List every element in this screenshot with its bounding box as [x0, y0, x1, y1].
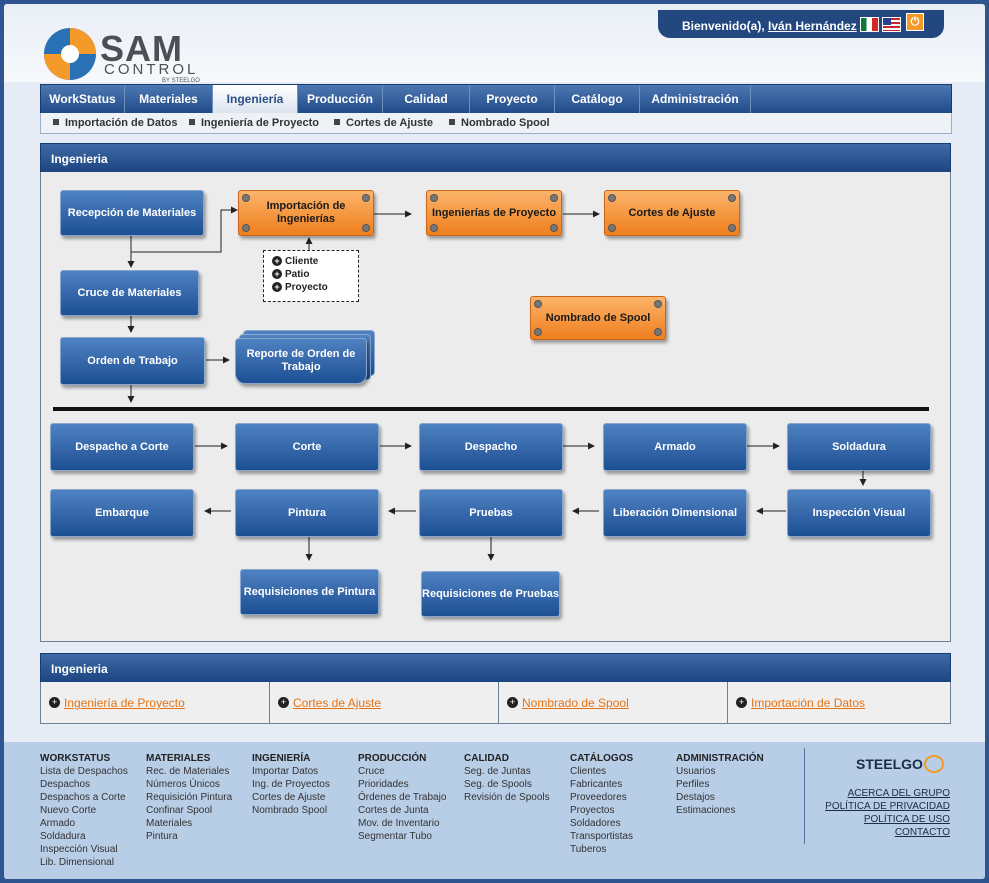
tab-catalogo[interactable]: Catálogo	[555, 85, 640, 113]
footer-link-contacto[interactable]: CONTACTO	[895, 827, 950, 838]
welcome-bar: Bienvenido(a), Iván Hernández ⏻	[658, 10, 944, 38]
box-ingenierias-proyecto[interactable]: Ingenierías de Proyecto	[426, 190, 562, 236]
process-diagram: Recepción de Materiales Importación de I…	[40, 172, 951, 642]
user-link[interactable]: Iván Hernández	[768, 19, 857, 33]
subnav-cortes-ajuste[interactable]: Cortes de Ajuste	[334, 117, 433, 129]
mexico-flag-icon[interactable]	[860, 17, 879, 32]
sam-control-logo: SAM CONTROL BY STEELGO	[42, 26, 242, 86]
tab-workstatus[interactable]: WorkStatus	[41, 85, 125, 113]
bullet-icon	[334, 119, 340, 125]
footer: WORKSTATUS Lista de Despachos Despachos …	[4, 742, 985, 879]
plus-icon: +	[278, 697, 289, 708]
steelgo-logo: STEELGO	[856, 756, 923, 772]
box-inspeccion-visual[interactable]: Inspección Visual	[787, 489, 931, 537]
box-liberacion-dimensional[interactable]: Liberación Dimensional	[603, 489, 747, 537]
box-reporte-orden-trabajo[interactable]: Reporte de Orden de Trabajo	[235, 338, 367, 384]
footer-link-uso[interactable]: POLÍTICA DE USO	[864, 814, 950, 825]
link-importacion-datos[interactable]: Importación de Datos	[751, 696, 865, 710]
tab-ingenieria[interactable]: Ingeniería	[213, 85, 298, 113]
panel-header-ingenieria: Ingenieria	[40, 143, 951, 173]
box-soldadura[interactable]: Soldadura	[787, 423, 931, 471]
footer-col-administracion: ADMINISTRACIÓN Usuarios Perfiles Destajo…	[676, 753, 764, 816]
plus-icon: +	[49, 697, 60, 708]
panel-header-ingenieria-links: Ingenieria	[40, 653, 951, 683]
source-legend: + Cliente + Patio + Proyecto	[263, 250, 359, 302]
box-requisiciones-pintura[interactable]: Requisiciones de Pintura	[240, 569, 379, 615]
subnav-ingenieria-proyecto[interactable]: Ingeniería de Proyecto	[189, 117, 319, 129]
bullet-icon	[189, 119, 195, 125]
usa-flag-icon[interactable]	[882, 17, 901, 32]
footer-link-acerca[interactable]: ACERCA DEL GRUPO	[848, 788, 950, 799]
bullet-icon	[449, 119, 455, 125]
tab-calidad[interactable]: Calidad	[383, 85, 470, 113]
tab-produccion[interactable]: Producción	[298, 85, 383, 113]
plus-icon: +	[507, 697, 518, 708]
link-nombrado-spool[interactable]: Nombrado de Spool	[522, 696, 629, 710]
plus-icon: +	[736, 697, 747, 708]
bullet-icon	[53, 119, 59, 125]
sub-nav: Importación de Datos Ingeniería de Proye…	[40, 113, 952, 134]
power-icon[interactable]: ⏻	[906, 13, 924, 31]
box-cruce-materiales[interactable]: Cruce de Materiales	[60, 270, 199, 316]
footer-col-ingenieria: INGENIERÍA Importar Datos Ing. de Proyec…	[252, 753, 330, 816]
tab-materiales[interactable]: Materiales	[125, 85, 213, 113]
plus-icon: +	[272, 256, 282, 266]
box-pintura[interactable]: Pintura	[235, 489, 379, 537]
box-pruebas[interactable]: Pruebas	[419, 489, 563, 537]
subnav-importacion[interactable]: Importación de Datos	[53, 117, 177, 129]
box-requisiciones-pruebas[interactable]: Requisiciones de Pruebas	[421, 571, 560, 617]
link-cell-ingenieria-proyecto: + Ingeniería de Proyecto	[41, 682, 270, 723]
page-frame: Bienvenido(a), Iván Hernández ⏻ SAM CONT…	[4, 4, 985, 879]
footer-col-materiales: MATERIALES Rec. de Materiales Números Ún…	[146, 753, 233, 842]
box-despacho[interactable]: Despacho	[419, 423, 563, 471]
footer-col-catalogos: CATÁLOGOS Clientes Fabricantes Proveedor…	[570, 753, 634, 855]
footer-link-privacidad[interactable]: POLÍTICA DE PRIVACIDAD	[825, 801, 950, 812]
logo-globe-icon	[44, 28, 96, 80]
footer-divider	[804, 748, 805, 844]
welcome-text: Bienvenido(a),	[682, 19, 765, 33]
legend-item-proyecto: + Proyecto	[272, 282, 328, 293]
legend-item-patio: + Patio	[272, 269, 309, 280]
footer-col-workstatus: WORKSTATUS Lista de Despachos Despachos …	[40, 753, 128, 868]
legend-item-cliente: + Cliente	[272, 256, 318, 267]
steelgo-logo-icon	[924, 755, 944, 773]
box-corte[interactable]: Corte	[235, 423, 379, 471]
link-cortes-ajuste[interactable]: Cortes de Ajuste	[293, 696, 381, 710]
footer-col-calidad: CALIDAD Seg. de Juntas Seg. de Spools Re…	[464, 753, 550, 803]
box-embarque[interactable]: Embarque	[50, 489, 194, 537]
box-recepcion-materiales[interactable]: Recepción de Materiales	[60, 190, 204, 236]
plus-icon: +	[272, 269, 282, 279]
link-cell-nombrado-spool: + Nombrado de Spool	[499, 682, 728, 723]
box-nombrado-spool[interactable]: Nombrado de Spool	[530, 296, 666, 340]
tab-administracion[interactable]: Administración	[640, 85, 751, 113]
link-cell-cortes-ajuste: + Cortes de Ajuste	[270, 682, 499, 723]
quick-links: + Ingeniería de Proyecto + Cortes de Ajust…	[40, 682, 951, 724]
plus-icon: +	[272, 282, 282, 292]
footer-col-produccion: PRODUCCIÓN Cruce Prioridades Órdenes de …	[358, 753, 447, 842]
main-nav: WorkStatus Materiales Ingeniería Producc…	[40, 84, 952, 114]
tab-proyecto[interactable]: Proyecto	[470, 85, 555, 113]
link-cell-importacion-datos: + Importación de Datos	[728, 682, 950, 723]
logo-subtext: CONTROL	[104, 61, 199, 78]
box-armado[interactable]: Armado	[603, 423, 747, 471]
box-orden-trabajo[interactable]: Orden de Trabajo	[60, 337, 205, 385]
box-importacion-ingenierias[interactable]: Importación de Ingenierías	[238, 190, 374, 236]
box-despacho-corte[interactable]: Despacho a Corte	[50, 423, 194, 471]
link-ingenieria-proyecto[interactable]: Ingeniería de Proyecto	[64, 696, 185, 710]
subnav-nombrado-spool[interactable]: Nombrado Spool	[449, 117, 550, 129]
box-cortes-ajuste[interactable]: Cortes de Ajuste	[604, 190, 740, 236]
